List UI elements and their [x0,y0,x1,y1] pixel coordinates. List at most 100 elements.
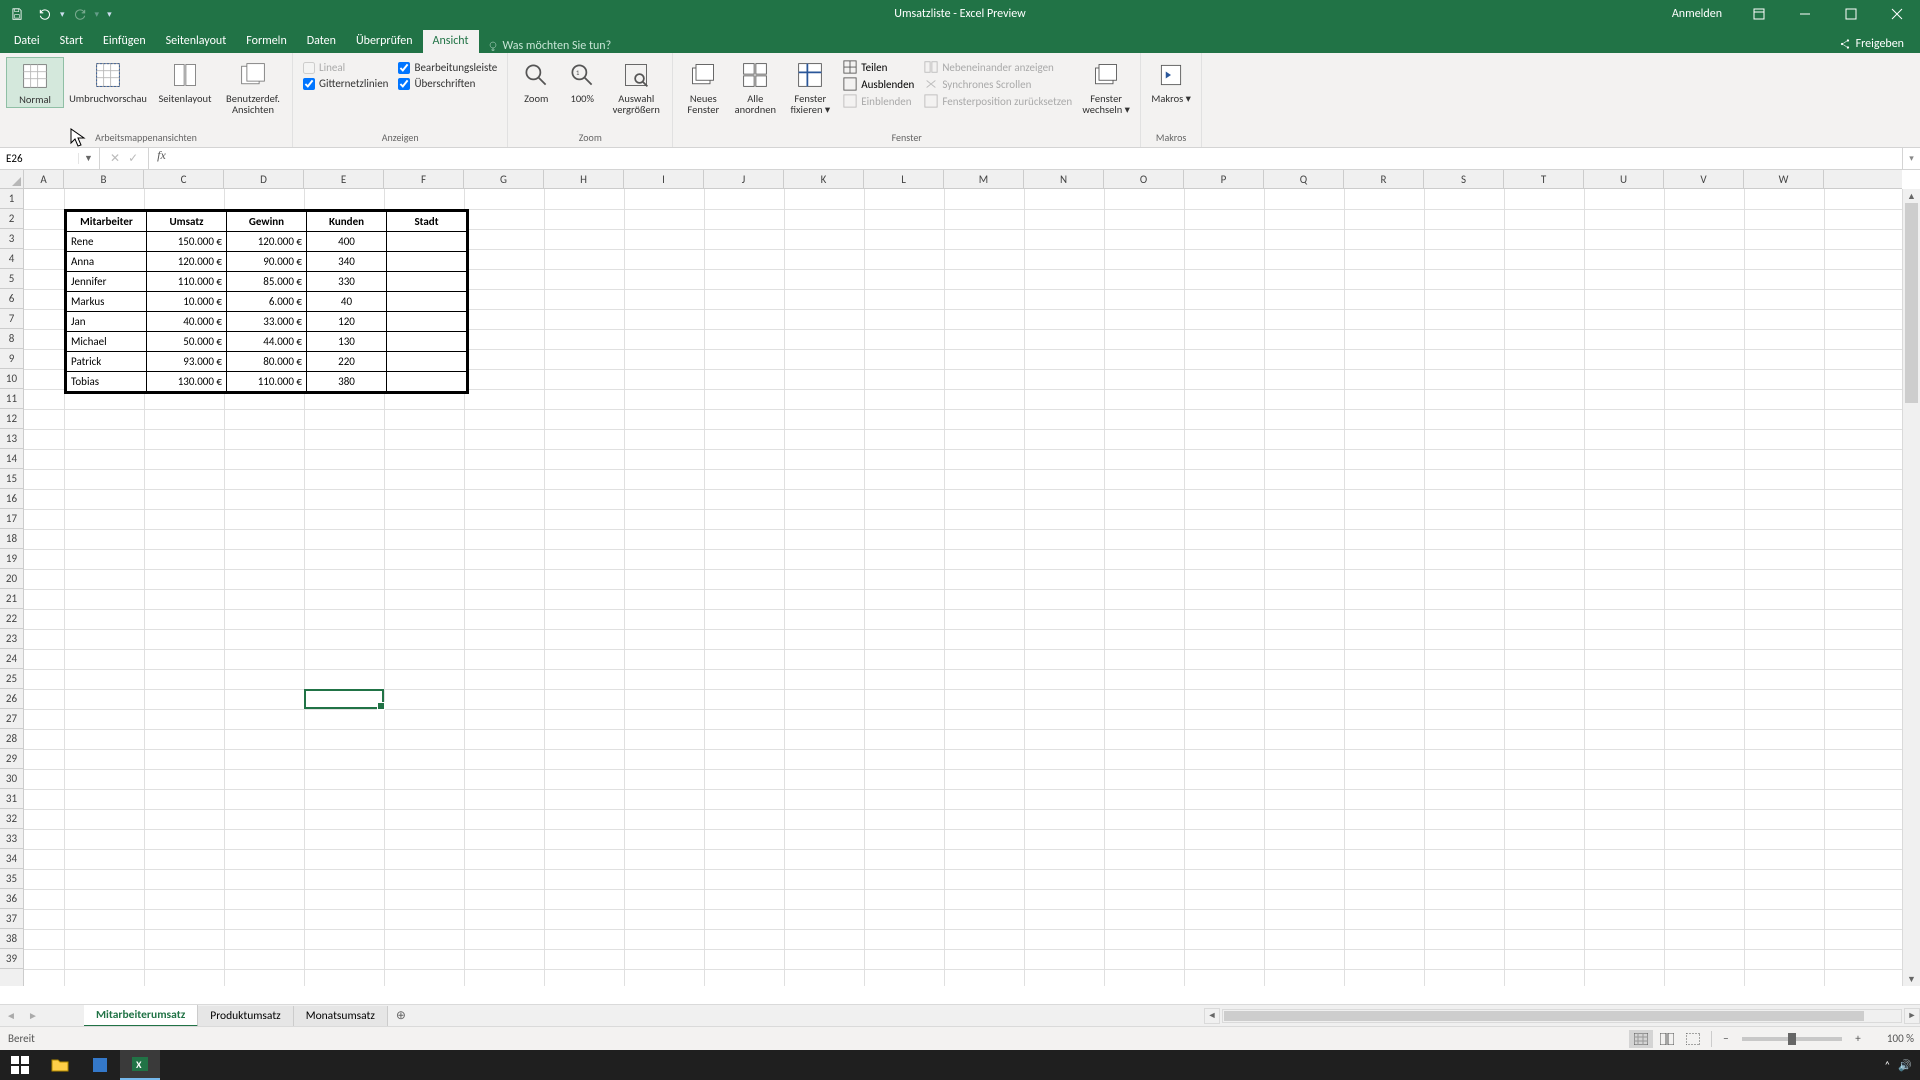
tab-daten[interactable]: Daten [297,30,346,53]
row-8[interactable]: 8 [0,329,23,349]
signin-link[interactable]: Anmelden [1658,7,1736,21]
col-P[interactable]: P [1184,170,1264,188]
col-S[interactable]: S [1424,170,1504,188]
col-Q[interactable]: Q [1264,170,1344,188]
tab-ueberpruefen[interactable]: Überprüfen [346,30,423,53]
row-14[interactable]: 14 [0,449,23,469]
row-4[interactable]: 4 [0,249,23,269]
col-D[interactable]: D [224,170,304,188]
zoom-out-icon[interactable]: − [1718,1032,1734,1045]
row-34[interactable]: 34 [0,849,23,869]
scroll-down-icon[interactable]: ▼ [1903,972,1920,986]
col-B[interactable]: B [64,170,144,188]
row-13[interactable]: 13 [0,429,23,449]
zoom-button[interactable]: Zoom [514,57,558,106]
select-all-corner[interactable] [0,170,24,189]
statusview-pagebreak-icon[interactable] [1681,1030,1705,1048]
start-icon[interactable] [0,1050,40,1080]
zoom-value[interactable]: 100 % [1868,1032,1914,1045]
view-custom[interactable]: Benutzerdef. Ansichten [220,57,286,117]
sheet-tab-3[interactable]: Monatsumsatz [294,1006,388,1026]
col-U[interactable]: U [1584,170,1664,188]
column-headers[interactable]: ABCDEFGHIJKLMNOPQRSTUVW [24,170,1902,189]
hide[interactable]: Ausblenden [841,76,916,92]
row-29[interactable]: 29 [0,749,23,769]
tab-ansicht[interactable]: Ansicht [423,30,479,53]
row-5[interactable]: 5 [0,269,23,289]
chk-gitternetz[interactable]: Gitternetzlinien [303,77,388,90]
tab-formeln[interactable]: Formeln [236,30,296,53]
data-table[interactable]: MitarbeiterUmsatzGewinnKundenStadtRene15… [64,209,469,394]
hscroll-left-icon[interactable]: ◄ [1204,1008,1220,1024]
hscroll-thumb[interactable] [1224,1011,1864,1021]
row-17[interactable]: 17 [0,509,23,529]
col-N[interactable]: N [1024,170,1104,188]
col-T[interactable]: T [1504,170,1584,188]
row-28[interactable]: 28 [0,729,23,749]
row-30[interactable]: 30 [0,769,23,789]
undo-icon[interactable] [32,2,58,26]
redo-icon[interactable] [67,2,93,26]
col-J[interactable]: J [704,170,784,188]
row-19[interactable]: 19 [0,549,23,569]
col-L[interactable]: L [864,170,944,188]
col-H[interactable]: H [544,170,624,188]
col-W[interactable]: W [1744,170,1824,188]
row-35[interactable]: 35 [0,869,23,889]
row-headers[interactable]: 1234567891011121314151617181920212223242… [0,189,24,986]
col-C[interactable]: C [144,170,224,188]
sheet-tab-1[interactable]: Mitarbeiterumsatz [84,1005,198,1027]
freeze-panes[interactable]: Fenster fixieren ▾ [783,57,837,117]
row-3[interactable]: 3 [0,229,23,249]
row-1[interactable]: 1 [0,189,23,209]
view-seitenlayout[interactable]: Seitenlayout [152,57,218,106]
name-box[interactable]: ▼ [0,148,100,169]
close-icon[interactable] [1874,0,1920,28]
scroll-up-icon[interactable]: ▲ [1903,189,1920,203]
row-10[interactable]: 10 [0,369,23,389]
zoom-in-icon[interactable]: + [1850,1032,1866,1045]
row-39[interactable]: 39 [0,949,23,969]
row-27[interactable]: 27 [0,709,23,729]
row-33[interactable]: 33 [0,829,23,849]
sheet-tab-2[interactable]: Produktumsatz [198,1006,293,1026]
statusview-layout-icon[interactable] [1655,1030,1679,1048]
row-37[interactable]: 37 [0,909,23,929]
tab-start[interactable]: Start [50,30,93,53]
zoom-slider[interactable] [1742,1037,1842,1041]
row-11[interactable]: 11 [0,389,23,409]
macros[interactable]: Makros ▾ [1147,57,1195,106]
row-22[interactable]: 22 [0,609,23,629]
zoom-selection[interactable]: Auswahl vergrößern [606,57,666,117]
arrange-all[interactable]: Alle anordnen [729,57,781,117]
row-7[interactable]: 7 [0,309,23,329]
tab-einfuegen[interactable]: Einfügen [93,30,156,53]
row-32[interactable]: 32 [0,809,23,829]
excel-taskbar-icon[interactable]: X [120,1050,160,1080]
tab-seitenlayout[interactable]: Seitenlayout [156,30,237,53]
col-E[interactable]: E [304,170,384,188]
row-26[interactable]: 26 [0,689,23,709]
chk-bearbleiste[interactable]: Bearbeitungsleiste [398,61,497,74]
zoom-100[interactable]: 1 100% [560,57,604,106]
col-I[interactable]: I [624,170,704,188]
view-umbruch[interactable]: Umbruchvorschau [66,57,150,106]
col-M[interactable]: M [944,170,1024,188]
tell-me[interactable]: Was möchten Sie tun? [487,39,612,53]
row-23[interactable]: 23 [0,629,23,649]
switch-windows[interactable]: Fenster wechseln ▾ [1078,57,1134,117]
row-20[interactable]: 20 [0,569,23,589]
row-38[interactable]: 38 [0,929,23,949]
row-24[interactable]: 24 [0,649,23,669]
chk-ueberschriften[interactable]: Überschriften [398,77,497,90]
col-K[interactable]: K [784,170,864,188]
col-V[interactable]: V [1664,170,1744,188]
sheet-nav-next-icon[interactable]: ► [22,1005,44,1027]
row-6[interactable]: 6 [0,289,23,309]
row-2[interactable]: 2 [0,209,23,229]
maximize-icon[interactable] [1828,0,1874,28]
horizontal-scrollbar[interactable] [1222,1009,1902,1023]
formula-input[interactable] [174,148,1902,169]
row-31[interactable]: 31 [0,789,23,809]
row-18[interactable]: 18 [0,529,23,549]
